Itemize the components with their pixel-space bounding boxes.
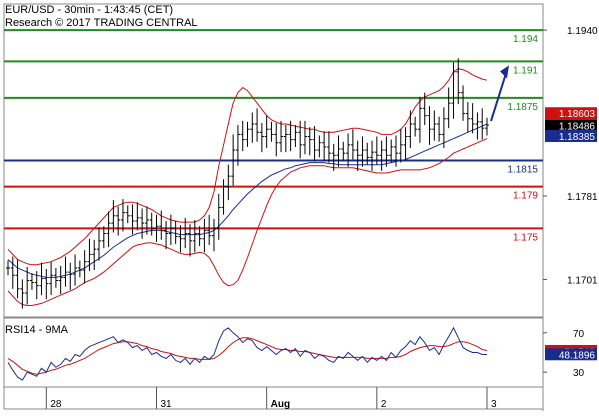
- price-chart: 1.194 1.191 1.1875 1.1815 1.179 1.175 1.1940 1…: [3, 3, 598, 411]
- rsi-title: RSI14 - 9MA: [5, 324, 69, 336]
- price-axis-label: 1.1781: [567, 192, 598, 203]
- level-label: 1.1815: [507, 165, 538, 176]
- time-axis-label: 28: [50, 399, 62, 410]
- rsi-axis-label: 30: [573, 368, 585, 379]
- chart-root: 1.194 1.191 1.1875 1.1815 1.179 1.175 1.1940 1…: [0, 0, 599, 411]
- price-badge-label: 1.18385: [559, 132, 596, 143]
- price-badge-label: 1.18603: [559, 109, 596, 120]
- rsi-axis-label: 70: [573, 329, 585, 340]
- chart-header-line2: Research © 2017 TRADING CENTRAL: [5, 17, 198, 29]
- time-axis-label: 3: [491, 399, 497, 410]
- time-axis-label: 2: [381, 399, 387, 410]
- level-label: 1.179: [513, 191, 538, 202]
- time-axis-label: 31: [160, 399, 172, 410]
- level-label: 1.191: [513, 65, 538, 76]
- level-label: 1.175: [513, 232, 538, 243]
- chart-header-line1: EUR/USD - 30min - 1:43:45 (CET): [5, 4, 173, 16]
- level-label: 1.1875: [507, 102, 538, 113]
- time-axis-label: Aug: [271, 399, 290, 410]
- level-label: 1.194: [513, 34, 538, 45]
- price-axis-label: 1.1701: [567, 275, 598, 286]
- rsi-badge-label: 48.1896: [559, 350, 596, 361]
- price-axis-label: 1.1940: [567, 26, 598, 37]
